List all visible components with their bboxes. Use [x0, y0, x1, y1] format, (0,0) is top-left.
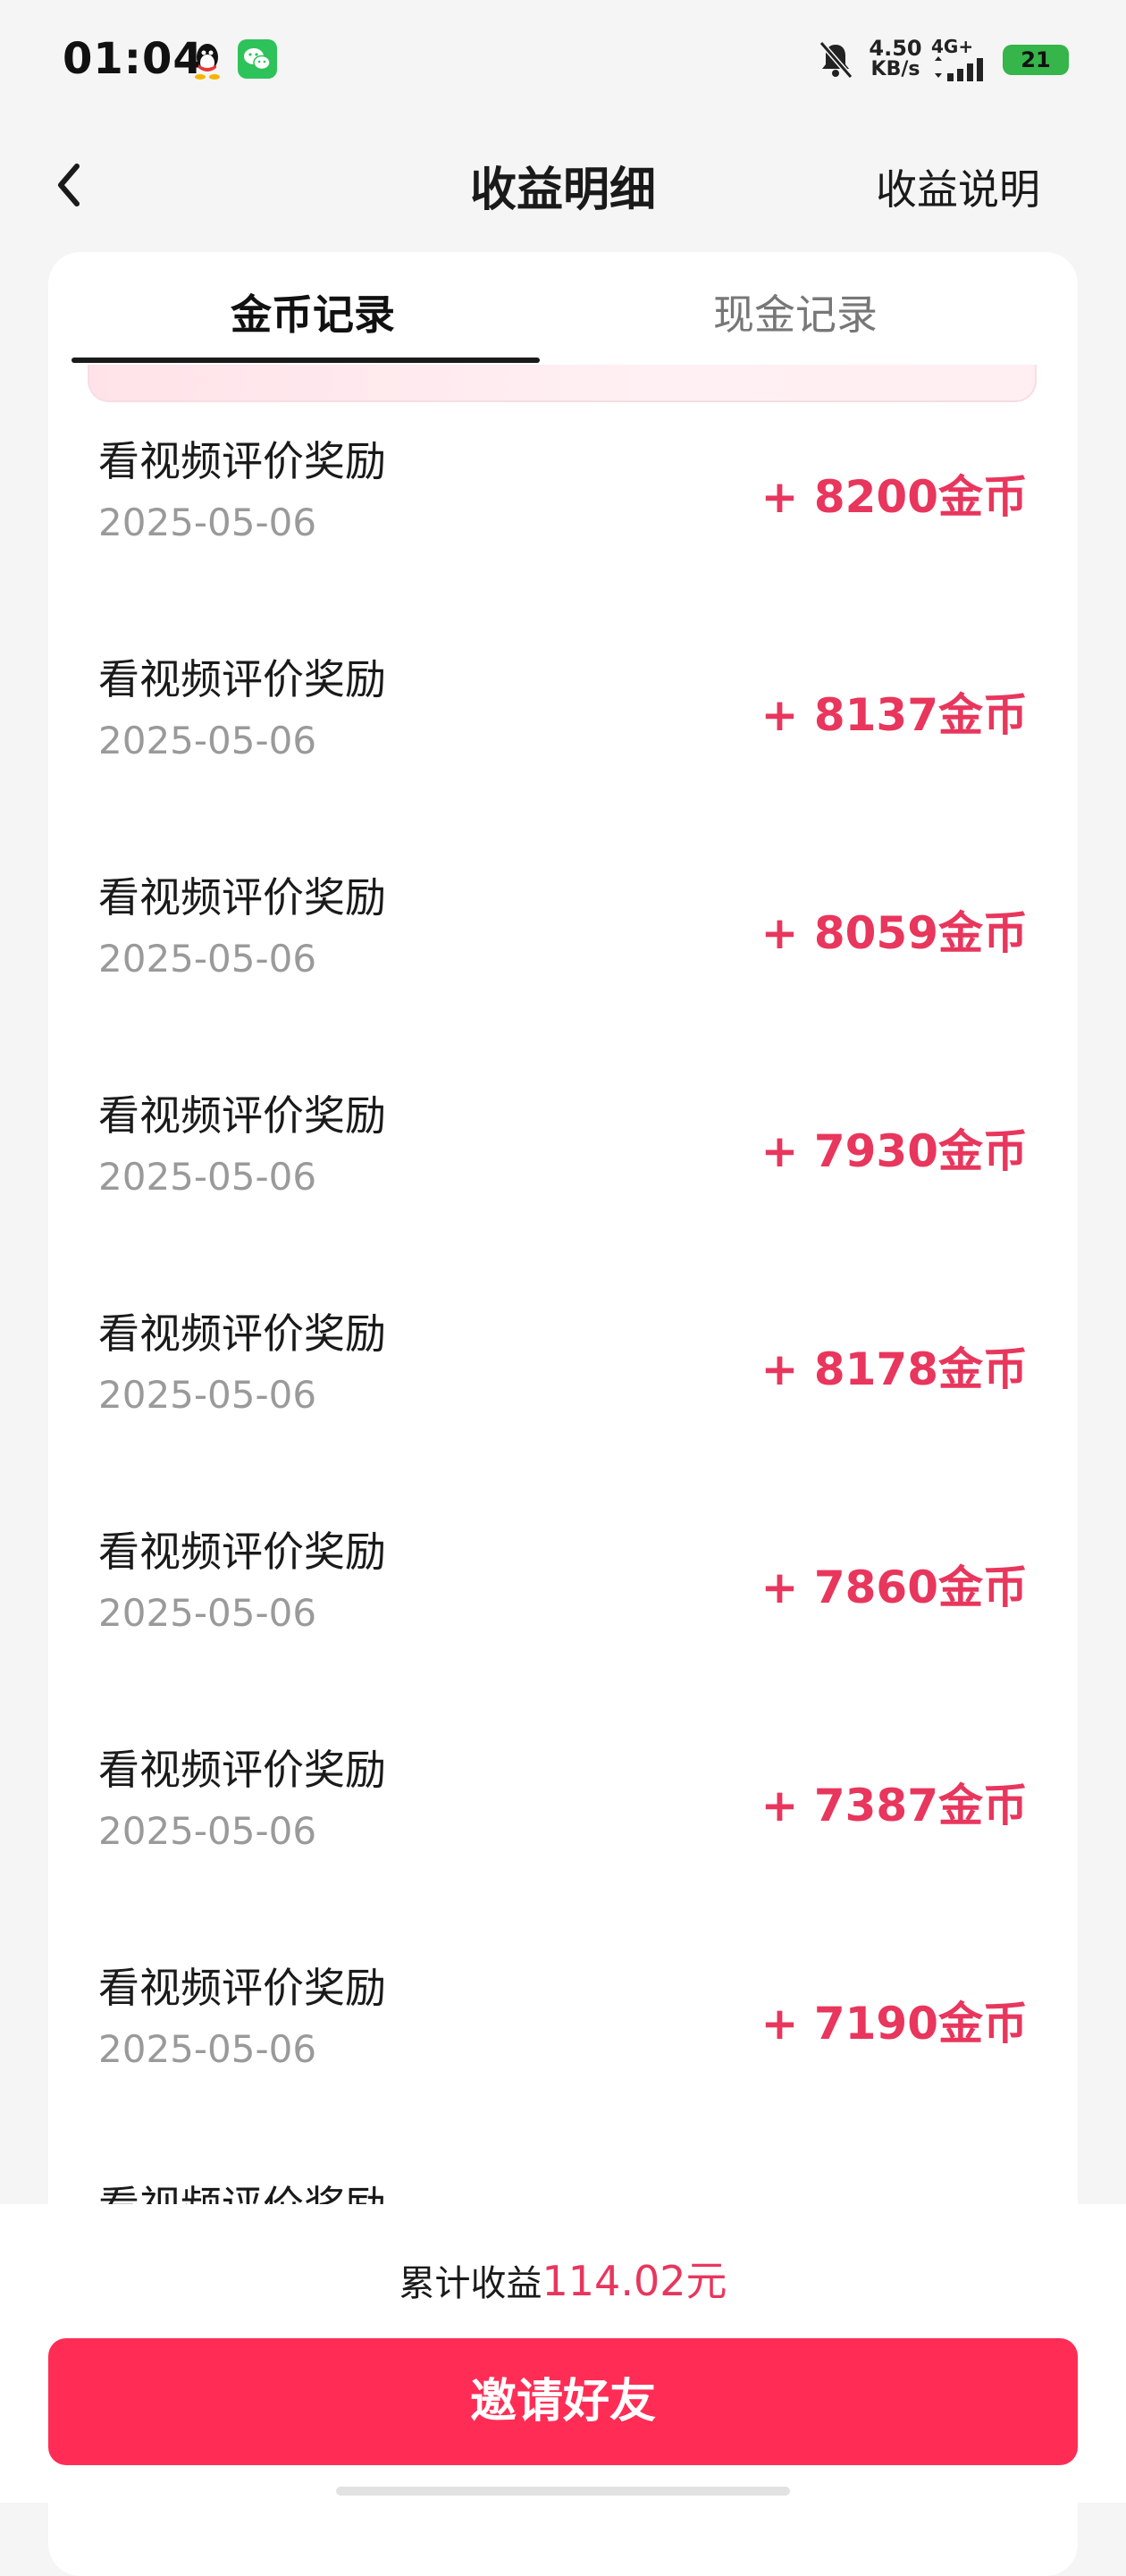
active-tab-indicator [71, 358, 540, 363]
record-title: 看视频评价奖励 [98, 1528, 386, 1576]
record-row: 看视频评价奖励 2025-05-06 + 7387金币 [48, 1730, 1078, 1949]
tab-bar: 金币记录 现金记录 [48, 252, 1078, 368]
record-amount: + 7930金币 [760, 1125, 1028, 1177]
tab-cash-records[interactable]: 现金记录 [554, 282, 1037, 341]
record-title: 看视频评价奖励 [98, 1309, 386, 1358]
signal-icon [935, 56, 983, 81]
record-title: 看视频评价奖励 [98, 873, 386, 922]
record-row: 看视频评价奖励 2025-05-06 + 8137金币 [48, 640, 1078, 858]
record-date: 2025-05-06 [98, 1373, 317, 1417]
record-date: 2025-05-06 [98, 937, 317, 981]
record-date: 2025-05-06 [98, 501, 317, 544]
record-date: 2025-05-06 [98, 719, 317, 762]
record-row: 看视频评价奖励 2025-05-06 + 7190金币 [48, 1949, 1078, 2167]
total-value: 114.02元 [542, 2257, 727, 2305]
record-date: 2025-05-06 [98, 1591, 317, 1635]
record-date: 2025-05-06 [98, 1155, 317, 1199]
record-row: 看视频评价奖励 2025-05-06 + 8178金币 [48, 1294, 1078, 1512]
record-title: 看视频评价奖励 [98, 437, 386, 485]
record-amount: + 8200金币 [760, 471, 1028, 523]
record-title: 看视频评价奖励 [98, 655, 386, 703]
record-amount: + 8059金币 [760, 907, 1028, 959]
record-row: 看视频评价奖励 2025-05-06 + 7930金币 [48, 1076, 1078, 1294]
bottom-panel: 累计收益114.02元 邀请好友 [0, 2204, 1126, 2503]
record-row: 看视频评价奖励 2025-05-06 + 8200金币 [48, 422, 1078, 640]
record-row: 看视频评价奖励 2025-05-06 + 7860金币 [48, 1512, 1078, 1730]
earnings-help-link[interactable]: 收益说明 [876, 157, 1040, 216]
record-title: 看视频评价奖励 [98, 1091, 386, 1140]
home-indicator[interactable] [336, 2487, 790, 2496]
net-speed: 4.50 KB/s [869, 36, 922, 80]
record-amount: + 7190金币 [760, 1998, 1028, 2050]
record-row: 看视频评价奖励 2025-05-06 + 8059金币 [48, 858, 1078, 1076]
record-title: 看视频评价奖励 [98, 1964, 386, 2012]
record-date: 2025-05-06 [98, 2027, 317, 2071]
status-bar: 01:04 4.50 KB/s 4G+ 21 [0, 0, 1126, 125]
record-date: 2025-05-06 [98, 1809, 317, 1853]
invite-friends-button[interactable]: 邀请好友 [48, 2338, 1078, 2465]
record-title: 看视频评价奖励 [98, 1746, 386, 1794]
tab-coin-records[interactable]: 金币记录 [71, 282, 554, 341]
total-earnings: 累计收益114.02元 [0, 2249, 1126, 2308]
network-type: 4G+ [931, 36, 974, 57]
battery-icon: 21 [1003, 45, 1069, 75]
banner-strip [88, 365, 1037, 402]
record-list: 看视频评价奖励 2025-05-06 + 8200金币 看视频评价奖励 2025… [48, 422, 1078, 2385]
record-amount: + 8137金币 [760, 689, 1028, 741]
qq-icon [195, 44, 220, 80]
record-amount: + 7860金币 [760, 1562, 1028, 1613]
record-amount: + 8178金币 [760, 1343, 1028, 1395]
record-amount: + 7387金币 [760, 1780, 1028, 1831]
mute-bell-icon [819, 41, 853, 79]
total-label: 累计收益 [399, 2263, 542, 2304]
status-time: 01:04 [63, 34, 204, 84]
wechat-icon [238, 39, 277, 79]
